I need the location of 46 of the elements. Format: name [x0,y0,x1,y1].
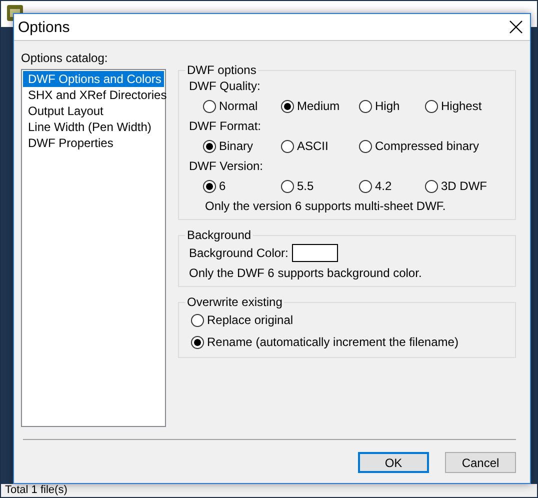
radio-label[interactable]: 5.5 [297,177,314,195]
note-text: Only the DWF 6 supports background color. [189,266,423,280]
radio-button[interactable] [191,314,204,326]
catalog-item[interactable]: Line Width (Pen Width) [23,119,164,135]
radio-label[interactable]: High [375,97,400,115]
radio-button[interactable] [359,100,372,112]
radio-button[interactable] [281,180,294,192]
radio-button[interactable] [359,180,372,192]
radio-button[interactable] [203,100,216,112]
catalog-item[interactable]: DWF Options and Colors [23,71,164,87]
radio-label[interactable]: 4.2 [375,177,392,195]
radio-button[interactable] [203,140,216,152]
radio-label[interactable]: Rename (automatically increment the filename) [207,333,458,351]
note-text: Only the version 6 supports multi-sheet DWF. [204,199,447,213]
group-title: Background [186,228,252,242]
radio-button[interactable] [425,180,438,192]
catalog-item[interactable]: SHX and XRef Directories [23,87,164,103]
dialog-title: Options [18,18,70,36]
group-title: Overwrite existing [186,295,284,309]
radio-label[interactable]: Compressed binary [375,137,480,155]
dialog-button[interactable]: OK [358,452,429,473]
radio-label[interactable]: 6 [219,177,226,195]
dialog-button[interactable]: Cancel [445,452,516,473]
radio-button[interactable] [281,100,294,112]
radio-button[interactable] [359,140,372,152]
radio-button[interactable] [191,336,204,348]
field-label: DWF Quality: [189,79,262,93]
radio-label[interactable]: Binary [219,137,254,155]
color-swatch[interactable] [292,244,338,262]
radio-button[interactable] [425,100,438,112]
catalog-label: Options catalog: [21,51,109,65]
radio-button[interactable] [203,180,216,192]
catalog-item[interactable]: Output Layout [23,103,164,119]
close-icon[interactable] [508,19,524,35]
group-title: DWF options [186,63,258,77]
field-label: DWF Version: [189,159,264,173]
radio-button[interactable] [281,140,294,152]
radio-label[interactable]: Replace original [207,311,294,329]
radio-label[interactable]: ASCII [297,137,328,155]
field-label: Background Color: [189,246,288,260]
radio-label[interactable]: Medium [297,97,340,115]
field-label: DWF Format: [189,119,262,133]
radio-label[interactable]: 3D DWF [441,177,487,195]
radio-label[interactable]: Normal [219,97,258,115]
radio-label[interactable]: Highest [441,97,482,115]
catalog-item[interactable]: DWF Properties [23,135,164,151]
